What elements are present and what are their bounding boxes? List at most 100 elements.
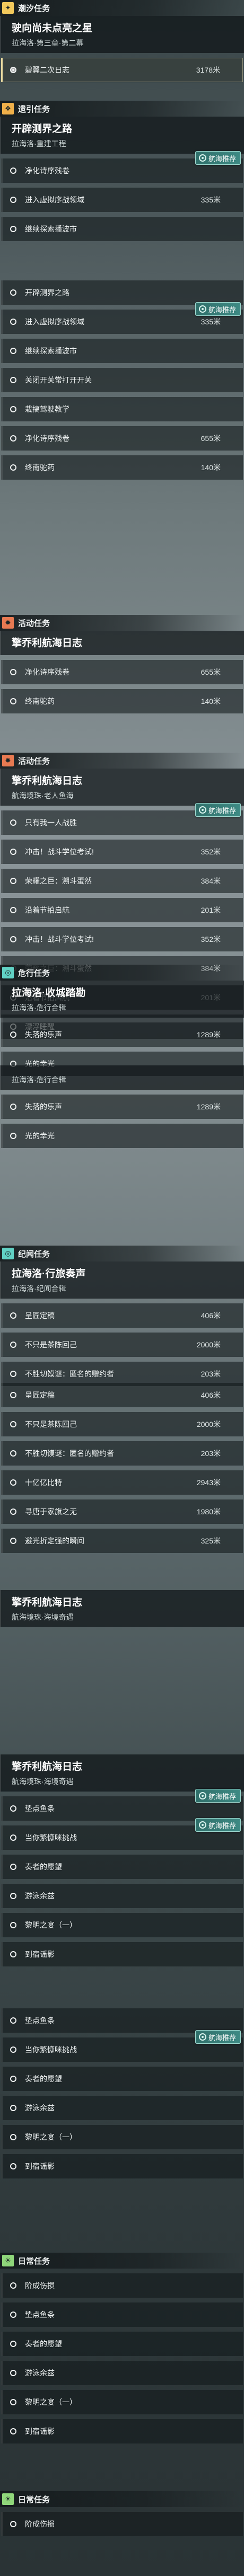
section-header[interactable]: ☀ 日常任务 <box>0 2253 244 2269</box>
objective-label: 开辟测界之路 <box>25 288 69 297</box>
objective-item[interactable]: 当你繁慷咪挑战 航海推荐 <box>1 2030 243 2062</box>
objective-label: 阶成伤损 <box>25 2520 55 2528</box>
objective-bullet-icon <box>10 377 16 383</box>
quest-header[interactable]: 拉海洛·危行合辑 <box>0 1065 244 1090</box>
objective-label: 栽搞驾驶教学 <box>25 405 69 413</box>
objective-bullet-icon <box>10 1538 16 1544</box>
objective-item[interactable]: 当你繁慷咪挑战 航海推荐 <box>1 1818 243 1850</box>
objective-item[interactable]: 十亿亿比特 2943米 <box>1 1470 243 1495</box>
objective-item[interactable]: 只有我一人战胜 航海推荐 <box>1 803 243 835</box>
section-header[interactable]: ◎ 危行任务 <box>0 965 244 981</box>
objective-distance: 1289米 <box>196 1030 221 1039</box>
objective-item[interactable]: 继续探索播波市 <box>1 339 243 363</box>
objective-item[interactable]: 黎明之宴（一） <box>1 2125 243 2149</box>
quest-section: 垫点鱼条 当你繁慷咪挑战 航海推荐奏者的愿望游泳余兹黎明之宴（一） 到宿谣影 <box>0 2004 244 2183</box>
objective-item[interactable]: 继续探索播波市 <box>1 217 243 241</box>
objective-item[interactable]: 不只是茶陈回己 2000米 <box>1 1333 243 1357</box>
objective-item[interactable]: 奏者的愿望 <box>1 2332 243 2356</box>
objective-label: 黎明之宴（一） <box>25 1921 77 1929</box>
objective-item[interactable]: 到宿谣影 <box>1 1942 243 1966</box>
quest-header[interactable]: 擎乔利航海日志 航海境珠·海境奇遇 <box>0 1590 244 1627</box>
quest-header[interactable]: 擎乔利航海日志 航海境珠·海境奇遇 <box>0 1754 244 1792</box>
objective-item[interactable]: 失落的乐声 1289米 <box>1 1095 243 1119</box>
objective-item[interactable]: 垫点鱼条 <box>1 2302 243 2327</box>
quest-subtitle: 拉海洛·危行合辑 <box>12 1003 66 1012</box>
objective-item[interactable]: 进入虚拟序战领域 335米 航海推荐 <box>1 302 243 334</box>
objective-bullet-icon <box>10 406 16 412</box>
section-title: 危行任务 <box>18 968 50 978</box>
objective-item[interactable]: 到宿谣影 <box>1 2419 243 2443</box>
section-header[interactable]: ✸ 活动任务 <box>0 615 244 631</box>
objective-bullet-icon <box>10 1312 16 1319</box>
navigation-recommend-badge[interactable]: 航海推荐 <box>195 1818 241 1832</box>
objective-item[interactable]: 沿着节拍启航 201米 <box>1 898 243 922</box>
objective-item[interactable]: 黎明之宴（一） <box>1 1913 243 1937</box>
objective-item[interactable]: 栽搞驾驶教学 <box>1 397 243 421</box>
objective-item[interactable]: 游泳余兹 <box>1 1884 243 1908</box>
objective-item[interactable]: 垫点鱼条 航海推荐 <box>1 1789 243 1821</box>
objective-item[interactable]: 光的幸光 <box>1 1124 243 1148</box>
objective-label: 不胜切馍谜：匿名的赠约者 <box>25 1449 114 1458</box>
navigation-recommend-badge[interactable]: 航海推荐 <box>195 1789 241 1803</box>
section-header[interactable]: ◎ 纪闻任务 <box>0 1246 244 1261</box>
navigation-recommend-badge[interactable]: 航海推荐 <box>195 151 241 165</box>
compass-icon <box>198 1821 206 1829</box>
quest-header[interactable]: 擎乔利航海日志 <box>0 631 244 655</box>
objective-item[interactable]: 呈匠定稿 406米 <box>1 1303 243 1328</box>
section-title: 活动任务 <box>18 619 50 628</box>
objective-label: 进入虚拟序战领域 <box>25 317 84 326</box>
objective-item[interactable]: 阶成伤损 <box>1 2273 243 2298</box>
objective-item[interactable]: 进入虚拟序战领域 335米 <box>1 188 243 212</box>
objective-item[interactable]: 净化诗序残卷 655米 <box>1 426 243 451</box>
objective-label: 净化诗序残卷 <box>25 434 69 443</box>
objective-item[interactable]: 终南驼药 140米 <box>1 455 243 480</box>
objective-item[interactable]: 游泳余兹 <box>1 2096 243 2120</box>
quest-header[interactable]: 擎乔利航海日志 航海境珠·老人鱼海 <box>0 769 244 806</box>
objective-distance: 1289米 <box>196 1102 221 1111</box>
objective-item[interactable]: 净化诗序残卷 655米 <box>1 660 243 684</box>
objective-item[interactable]: 不胜切馍谜：匿名的赠约者 203米 <box>1 1441 243 1466</box>
quest-header[interactable]: 拉海洛·收城踏勘 拉海洛·危行合辑 <box>0 981 244 1018</box>
objective-item[interactable]: 垫点鱼条 <box>1 2008 243 2033</box>
objective-item[interactable]: 冲击！战斗学位考试! 352米 <box>1 840 243 864</box>
objective-item[interactable]: 游泳余兹 <box>1 2361 243 2385</box>
objective-item[interactable]: 冲击！战斗学位考试! 352米 <box>1 927 243 951</box>
section-header[interactable]: ✸ 活动任务 <box>0 753 244 769</box>
section-header[interactable]: ❖ 遗引任务 <box>0 101 244 117</box>
navigation-recommend-badge[interactable]: 航海推荐 <box>195 2030 241 2044</box>
objective-bullet-icon <box>10 226 16 232</box>
navigation-recommend-badge[interactable]: 航海推荐 <box>195 803 241 817</box>
section-header[interactable]: ☀ 日常任务 <box>0 2491 244 2507</box>
objective-item[interactable]: 阶成伤损 <box>1 2512 243 2536</box>
objective-bullet-icon <box>10 2282 16 2289</box>
section-title: 活动任务 <box>18 756 50 766</box>
quest-header[interactable]: 开辟测界之路 拉海洛·重建工程 <box>0 117 244 154</box>
objective-item[interactable]: 净化诗序残卷 航海推荐 <box>1 151 243 183</box>
world-category-icon: ◎ <box>2 1248 14 1259</box>
objective-item[interactable]: 失落的乐声 1289米 <box>1 1022 243 1047</box>
navigation-recommend-badge[interactable]: 航海推荐 <box>195 302 241 316</box>
quest-header[interactable]: 驶向尚未点亮之星 拉海洛·第三章·第二幕 <box>0 16 244 53</box>
objective-item[interactable]: 呈匠定稿 406米 <box>1 1383 243 1407</box>
objective-item[interactable]: 黎明之宴（一） <box>1 2390 243 2414</box>
objective-item[interactable]: 奏者的愿望 <box>1 1855 243 1879</box>
objective-bullet-icon <box>10 1031 16 1038</box>
objective-item[interactable]: 终南驼药 140米 <box>1 689 243 713</box>
section-header[interactable]: ✦ 潮汐任务 <box>0 0 244 16</box>
objective-label: 关闭开关常打开开关 <box>25 376 92 384</box>
objective-item[interactable]: 荣耀之巨：溯斗蛋然 384米 <box>1 869 243 893</box>
objective-item[interactable]: 避光折定强的瞬间 325米 <box>1 1529 243 1553</box>
section-title: 遗引任务 <box>18 104 50 114</box>
objective-item[interactable]: 不只是茶陈回己 2000米 <box>1 1412 243 1436</box>
objective-item[interactable]: 开辟测界之路 <box>1 280 243 305</box>
objective-bullet-icon <box>10 167 16 174</box>
objective-item[interactable]: 碧翼二次日志 3178米 <box>1 58 243 82</box>
objective-item[interactable]: 寻唐于家旗之无 1980米 <box>1 1499 243 1524</box>
quest-header[interactable]: 拉海洛·行旅奏声 拉海洛·纪闻合辑 <box>0 1261 244 1299</box>
objective-item[interactable]: 到宿谣影 <box>1 2154 243 2178</box>
objective-label: 当你繁慷咪挑战 <box>25 1833 77 1842</box>
objective-item[interactable]: 奏者的愿望 <box>1 2067 243 2091</box>
objective-bullet-icon <box>10 2399 16 2405</box>
objective-bullet-icon <box>10 1479 16 1486</box>
objective-item[interactable]: 关闭开关常打开开关 <box>1 368 243 392</box>
